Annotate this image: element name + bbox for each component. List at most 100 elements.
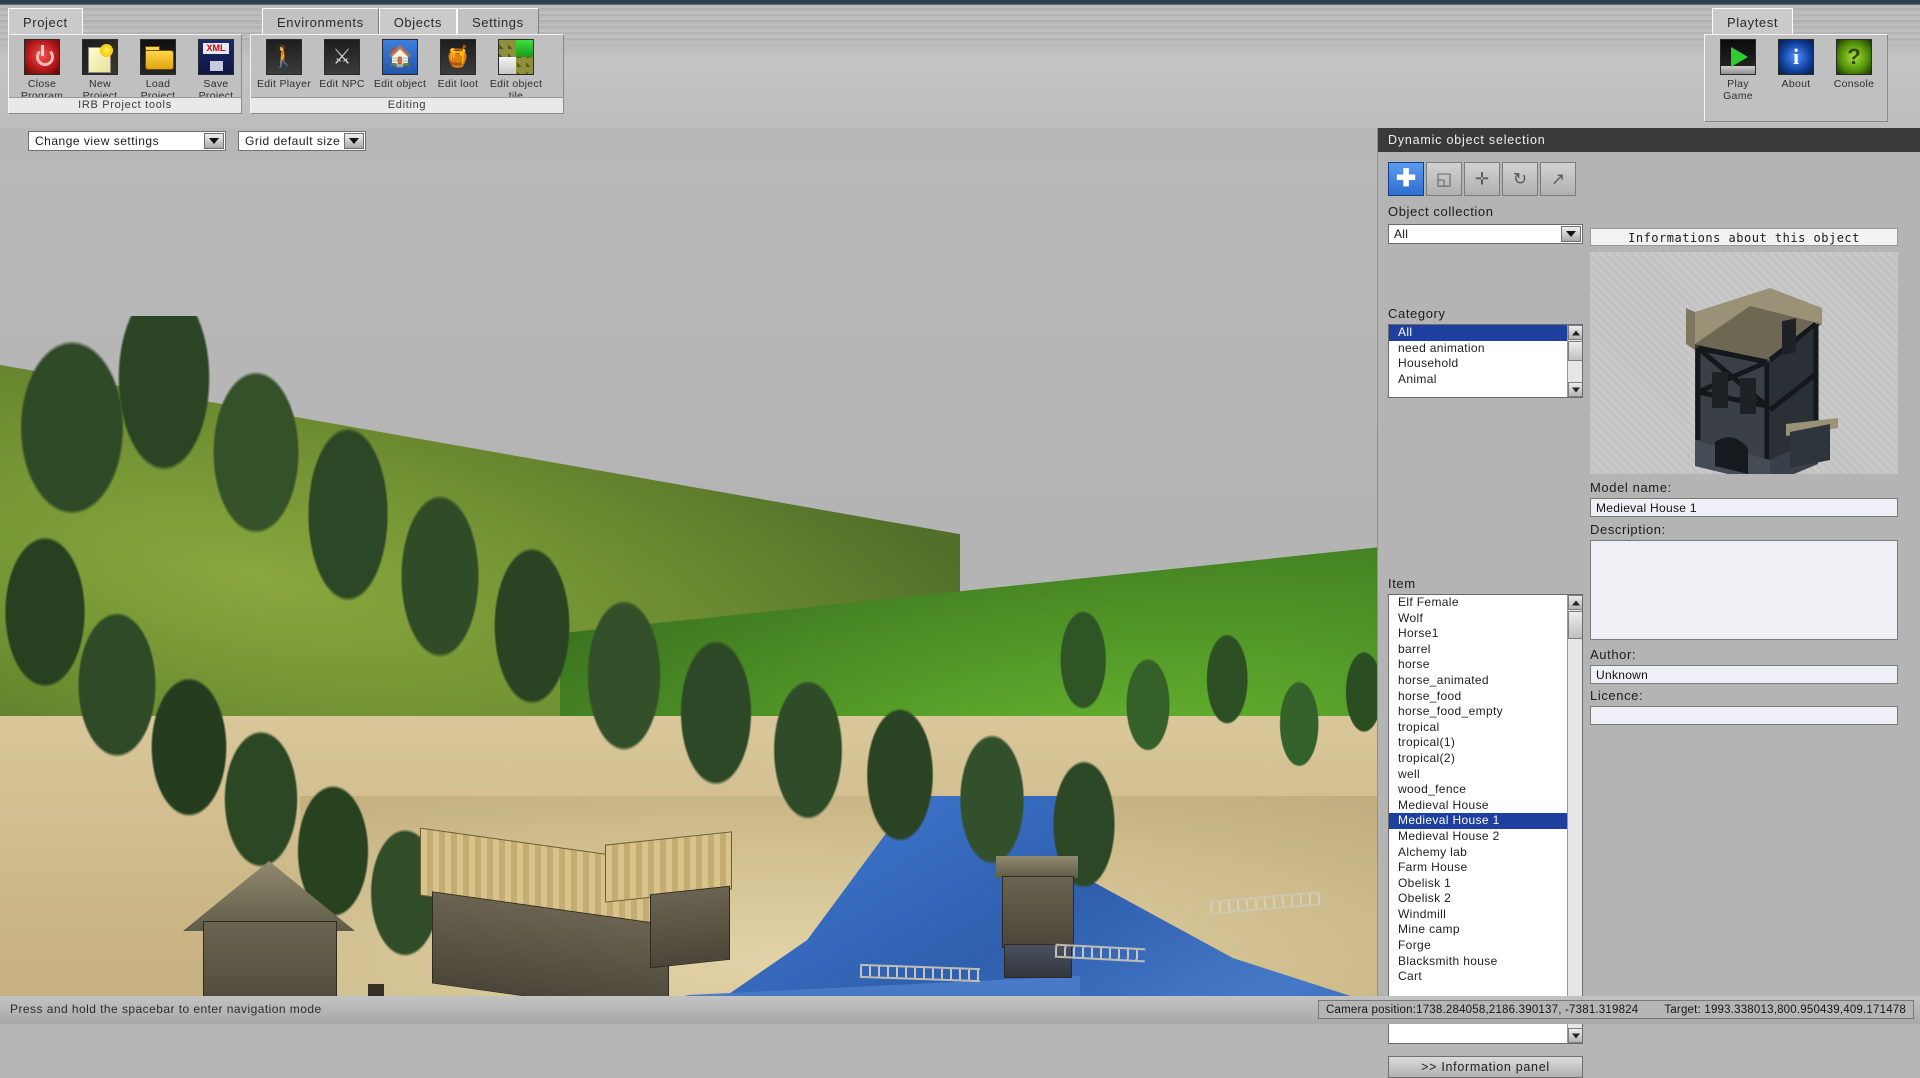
item-list-item[interactable]: Farm House [1389,860,1582,876]
load-project-button[interactable]: Load Project [129,39,187,102]
loot-icon: 🍯 [440,39,476,75]
category-rows: Allneed animationHouseholdAnimal [1389,325,1582,387]
plus-icon: ✚ [1396,167,1416,191]
category-scroll-thumb[interactable] [1568,341,1583,361]
forest-canopy-right [1040,596,1377,916]
item-list-item[interactable]: horse_food_empty [1389,704,1582,720]
category-list-item[interactable]: Household [1389,356,1582,372]
rotate-object-tool[interactable]: ↻ [1502,162,1538,196]
item-list-item[interactable]: wood_fence [1389,782,1582,798]
about-button[interactable]: About [1767,39,1825,102]
scroll-down-icon[interactable] [1568,382,1583,397]
author-field[interactable]: Unknown [1590,665,1898,684]
object-collection-value: All [1394,227,1408,241]
item-list-item[interactable]: Elf Female [1389,595,1582,611]
edit-npc-button[interactable]: ⚔ Edit NPC [313,39,371,102]
view-settings-dropdown[interactable]: Change view settings [28,131,226,151]
rotate-icon: ↻ [1513,171,1527,188]
play-game-button[interactable]: Play Game [1709,39,1767,102]
object-collection-label: Object collection [1388,204,1494,219]
item-list-item[interactable]: Cart [1389,969,1582,985]
item-list-item[interactable]: Medieval House [1389,798,1582,814]
tab-settings[interactable]: Settings [457,8,539,36]
console-label: Console [1834,78,1875,90]
item-list-item[interactable]: Forge [1389,938,1582,954]
category-list-item[interactable]: All [1389,325,1582,341]
item-listbox[interactable]: Elf FemaleWolfHorse1barrelhorsehorse_ani… [1388,594,1583,1044]
scene-house-left [195,861,345,996]
item-list-item[interactable]: horse_food [1389,689,1582,705]
item-list-item[interactable]: tropical(2) [1389,751,1582,767]
edit-object-tile-button[interactable]: Edit object tile [487,39,545,102]
scroll-up-icon[interactable] [1568,595,1583,610]
folder-open-icon [140,39,176,75]
item-list-item[interactable]: Medieval House 1 [1389,813,1582,829]
item-list-item[interactable]: well [1389,767,1582,783]
save-project-button[interactable]: Save Project [187,39,245,102]
information-panel-button[interactable]: >> Information panel [1388,1056,1583,1078]
edit-loot-label: Edit loot [438,78,479,90]
edit-loot-button[interactable]: 🍯 Edit loot [429,39,487,102]
edit-object-button[interactable]: 🏠 Edit object [371,39,429,102]
scale-object-tool[interactable]: ↗ [1540,162,1576,196]
new-document-icon [82,39,118,75]
licence-field[interactable] [1590,706,1898,725]
item-list-item[interactable]: horse_animated [1389,673,1582,689]
chevron-down-icon[interactable] [204,133,224,149]
grid-size-dropdown[interactable]: Grid default size [238,131,366,151]
grid-size-value: Grid default size [245,134,340,148]
item-list-item[interactable]: Alchemy lab [1389,845,1582,861]
category-listbox[interactable]: Allneed animationHouseholdAnimal [1388,324,1583,398]
new-project-label-line1: New [89,78,111,90]
tab-objects[interactable]: Objects [379,8,457,36]
object-collection-dropdown[interactable]: All [1388,224,1583,244]
item-list-item[interactable]: Blacksmith house [1389,954,1582,970]
close-program-button[interactable]: Close Program [13,39,71,102]
move-object-tool[interactable]: ✛ [1464,162,1500,196]
question-orb-icon [1836,39,1872,75]
model-name-field[interactable]: Medieval House 1 [1590,498,1898,517]
scene-viewport-3d[interactable] [0,156,1377,996]
item-list-item[interactable]: Windmill [1389,907,1582,923]
category-scrollbar[interactable] [1567,325,1582,397]
new-project-button[interactable]: New Project [71,39,129,102]
ribbon-toolbar: Project Close Program New Project [0,0,1920,128]
tab-environments[interactable]: Environments [262,8,379,36]
status-hint-text: Press and hold the spacebar to enter nav… [10,1002,322,1016]
scroll-up-icon[interactable] [1568,325,1583,340]
chevron-down-icon[interactable] [344,133,364,149]
item-scrollbar[interactable] [1567,595,1582,1043]
item-list-item[interactable]: barrel [1389,642,1582,658]
tab-playtest[interactable]: Playtest [1712,8,1793,36]
item-list-item[interactable]: Wolf [1389,611,1582,627]
item-list-item[interactable]: tropical(1) [1389,735,1582,751]
add-object-tool[interactable]: ✚ [1388,162,1424,196]
scroll-down-icon[interactable] [1568,1028,1583,1043]
item-list-item[interactable]: Obelisk 1 [1389,876,1582,892]
category-list-item[interactable]: Animal [1389,372,1582,388]
item-list-item[interactable]: Horse1 [1389,626,1582,642]
category-list-item[interactable]: need animation [1389,341,1582,357]
item-list-item[interactable]: Obelisk 2 [1389,891,1582,907]
object-tool-buttons: ✚ ◱ ✛ ↻ ↗ [1388,162,1576,196]
player-icon: 🚶 [266,39,302,75]
move-arrows-icon: ✛ [1475,171,1489,188]
edit-player-button[interactable]: 🚶 Edit Player [255,39,313,102]
info-icon [1778,39,1814,75]
console-button[interactable]: Console [1825,39,1883,102]
chevron-down-icon[interactable] [1561,226,1581,242]
item-list-item[interactable]: horse [1389,657,1582,673]
view-settings-value: Change view settings [35,134,159,148]
scene-obelisk [368,984,384,996]
floppy-disk-xml-icon [198,39,234,75]
item-list-item[interactable]: Medieval House 2 [1389,829,1582,845]
play-triangle-icon [1720,39,1756,75]
select-object-tool[interactable]: ◱ [1426,162,1462,196]
item-scroll-thumb[interactable] [1568,611,1583,639]
power-off-icon [24,39,60,75]
item-label: Item [1388,576,1416,591]
description-field[interactable] [1590,540,1898,640]
item-list-item[interactable]: tropical [1389,720,1582,736]
item-list-item[interactable]: Mine camp [1389,922,1582,938]
tab-project[interactable]: Project [8,8,83,36]
